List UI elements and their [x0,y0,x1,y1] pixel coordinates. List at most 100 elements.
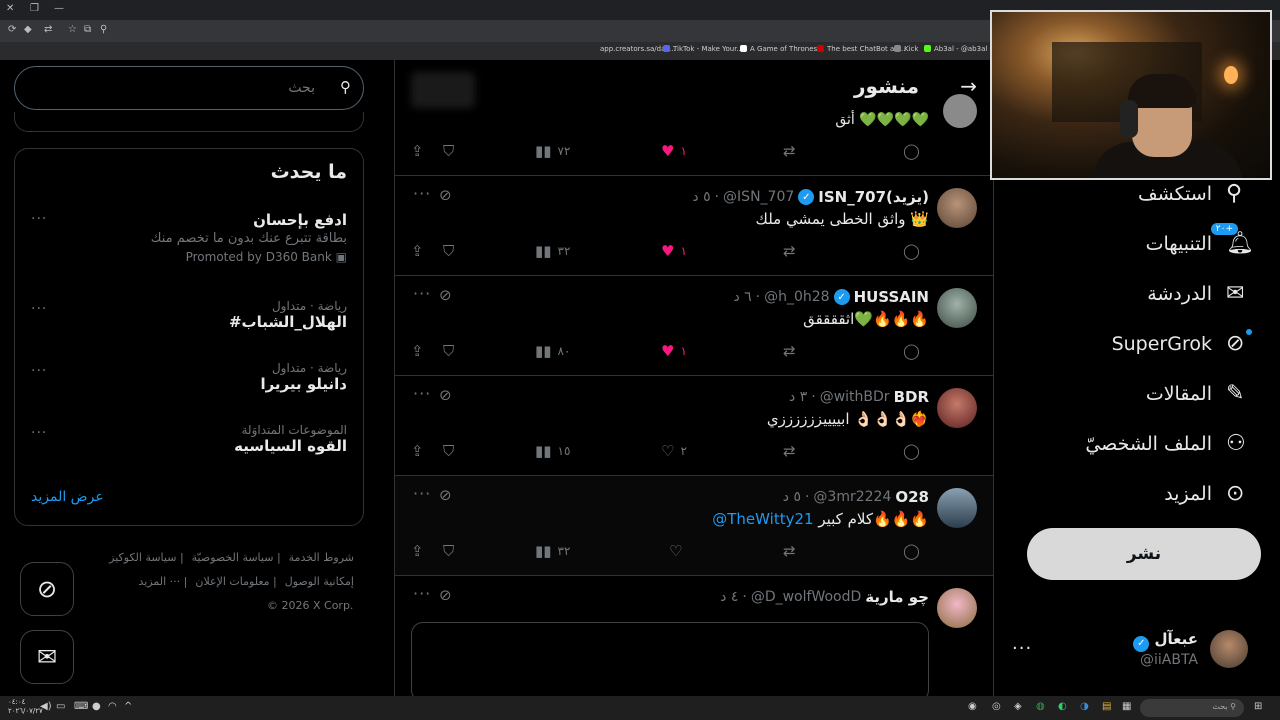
bookmark-icon[interactable]: ⛉ [443,242,454,260]
post-time[interactable]: ٣ د [789,389,807,405]
more-options-icon[interactable]: ··· [413,384,431,403]
nav-supergrok[interactable]: ⊘ SuperGrok [1112,324,1252,364]
reply-icon[interactable]: ◯ [903,342,920,360]
app-icon[interactable]: ▦ [1122,701,1131,712]
whatsapp-icon[interactable]: ◐ [1058,701,1067,712]
edge-icon[interactable]: ◑ [1080,701,1089,712]
grok-icon[interactable]: ⊘ [439,286,452,304]
grok-float-button[interactable]: ⊘ [20,562,74,616]
author-name[interactable]: چو مارية [865,588,929,606]
post-time[interactable]: ٥ د [692,189,710,205]
reload-icon[interactable]: ⟳ [8,24,16,35]
account-switcher[interactable]: ✓ عبعآل @iiABTA ··· [1010,628,1260,674]
show-more-link[interactable]: عرض المزيد [31,489,104,505]
mic-icon[interactable]: ● [92,701,101,712]
views-icon[interactable]: ▮▮ ٨٠ [535,342,570,360]
grok-icon[interactable]: ⊘ [439,386,452,404]
views-icon[interactable]: ▮▮ ٧٢ [535,142,570,160]
avatar[interactable] [937,288,977,328]
trend-item[interactable]: الموضوعات المتداوَلة القوه السياسيه [29,423,347,455]
post-button[interactable]: نشر [1027,528,1261,580]
like-icon[interactable]: ♥ ١ [661,342,687,360]
author-name[interactable]: HUSSAIN [854,288,929,306]
bookmark-item[interactable]: A Game of Thrones... [740,45,824,53]
bookmark-icon[interactable]: ⛉ [443,142,454,160]
reply-icon[interactable]: ◯ [903,142,920,160]
media-embed-box[interactable] [411,622,929,696]
star-icon[interactable]: ☆ [68,24,77,35]
share-icon[interactable]: ⇪ [411,442,424,460]
repost-icon[interactable]: ⇄ [783,242,796,260]
post-time[interactable]: ٦ د [733,289,751,305]
bookmark-item[interactable]: The best ChatBot an... [817,45,905,53]
post-time[interactable]: ٥ د [783,489,801,505]
author-handle[interactable]: @3mr2224 [813,489,891,505]
discord-icon[interactable]: ◈ [1014,701,1022,712]
translate-icon[interactable]: ⇄ [44,24,52,35]
views-icon[interactable]: ▮▮ ١٥ [535,442,570,460]
author-name[interactable]: O28 [895,488,929,506]
like-icon[interactable]: ♡ ٢ [661,442,687,460]
steam-icon[interactable]: ◉ [968,701,977,712]
avatar[interactable] [937,388,977,428]
chrome-icon[interactable]: ◍ [1036,701,1045,712]
author-handle[interactable]: @ISN_707 [723,189,794,205]
bookmark-item[interactable]: Kick [894,45,918,53]
nav-profile[interactable]: ⚇ الملف الشخصيّ [1085,424,1252,464]
bookmark-icon[interactable]: ⛉ [443,442,454,460]
obs-icon[interactable]: ◎ [992,701,1001,712]
grok-icon[interactable]: ⊘ [439,186,452,204]
footer-more-link[interactable]: ··· المزيد [139,575,181,588]
footer-cookies-link[interactable]: سياسة الكوكيز [109,551,176,564]
more-options-icon[interactable]: ··· [1012,638,1032,659]
nav-chat[interactable]: ✉ الدردشة [1147,274,1252,314]
author-handle[interactable]: @D_wolfWoodD [751,589,861,605]
search-box[interactable]: ⚲ [14,66,364,110]
repost-icon[interactable]: ⇄ [783,542,796,560]
folder-icon[interactable]: ▤ [1102,701,1111,712]
volume-icon[interactable]: ◀) [40,701,52,712]
windows-start-icon[interactable]: ⊞ [1254,701,1262,712]
like-icon[interactable]: ♥ ١ [661,142,687,160]
keyboard-icon[interactable]: ⌨ [74,701,88,712]
avatar[interactable] [937,188,977,228]
post-time[interactable]: ٤ د [720,589,738,605]
avatar[interactable] [937,488,977,528]
footer-accessibility-link[interactable]: إمكانية الوصول [285,575,354,588]
nav-notifications[interactable]: 🔔︎ ٢٠+ التنبيهات [1146,223,1254,264]
nav-more[interactable]: ⊙ المزيد [1164,474,1252,514]
repost-icon[interactable]: ⇄ [783,142,796,160]
footer-terms-link[interactable]: شروط الخدمة [289,551,354,564]
more-options-icon[interactable]: ··· [413,184,431,203]
trend-item[interactable]: رياضة · متداول دانيلو بيريرا [29,361,347,393]
trend-item[interactable]: رياضة · متداول #الهلال_الشباب [29,299,347,331]
reply-icon[interactable]: ◯ [903,442,920,460]
like-icon[interactable]: ♥ ١ [661,242,687,260]
author-handle[interactable]: @withBDr [820,389,890,405]
grok-icon[interactable]: ⊘ [439,586,452,604]
close-window-icon[interactable]: ✕ [6,3,14,14]
share-icon[interactable]: ⧉ [84,24,91,35]
share-icon[interactable]: ⇪ [411,542,424,560]
taskbar-clock[interactable]: ٠٤:٠٤ ٢٠٢٦/٠٧/٢٧ [8,698,43,716]
restore-window-icon[interactable]: ❐ [30,3,39,14]
reply-icon[interactable]: ◯ [903,542,920,560]
bookmark-item[interactable]: Ab3al - @ab3al |... [924,45,999,53]
views-icon[interactable]: ▮▮ ٣٢ [535,242,570,260]
extension-icon[interactable]: ◆ [24,24,32,35]
views-icon[interactable]: ▮▮ ٣٢ [535,542,570,560]
author-name[interactable]: ISN_707(يزيد) [818,188,929,206]
trend-more-icon[interactable]: ··· [31,363,47,379]
messages-float-button[interactable]: ✉ [20,630,74,684]
trend-more-icon[interactable]: ··· [31,301,47,317]
zoom-icon[interactable]: ⚲ [100,24,107,35]
nav-articles[interactable]: ✎ المقالات [1146,374,1252,414]
mention-link[interactable]: @TheWitty21 [712,510,813,528]
like-icon[interactable]: ♡ [669,542,682,560]
post[interactable]: O28 @3mr2224 · ٥ د @TheWitty21 كلام كبير… [395,476,993,576]
trend-more-icon[interactable]: ··· [31,425,47,441]
author-name[interactable]: BDR [894,388,929,406]
post[interactable]: HUSSAIN ✓ @h_0h28 · ٦ د اثققققق💚🔥🔥🔥 ··· … [395,276,993,376]
repost-icon[interactable]: ⇄ [783,442,796,460]
post[interactable]: ISN_707(يزيد) ✓ @ISN_707 · ٥ د واثق الخط… [395,176,993,276]
